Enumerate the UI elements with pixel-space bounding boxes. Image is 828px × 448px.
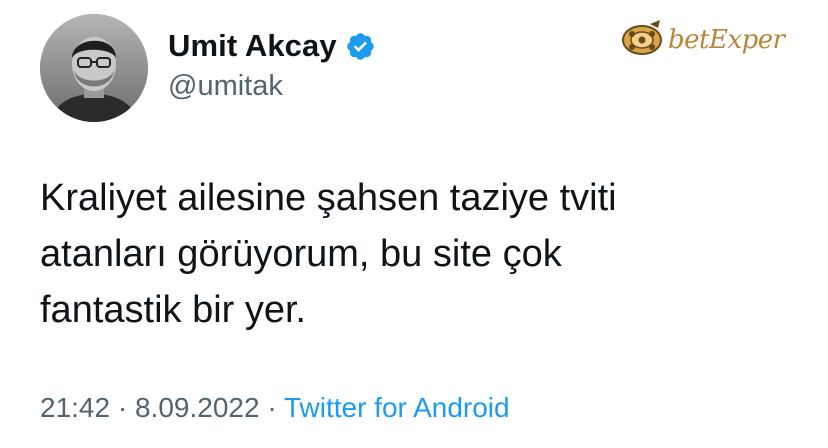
author-name-row[interactable]: Umit Akcay xyxy=(168,28,376,64)
watermark: betExper xyxy=(620,16,802,64)
tweet-text: Kraliyet ailesine şahsen taziye tviti at… xyxy=(40,170,780,338)
tweet-meta: 21:42 · 8.09.2022 · Twitter for Android xyxy=(40,392,510,424)
author-display-name[interactable]: Umit Akcay xyxy=(168,28,337,64)
tweet-date[interactable]: 8.09.2022 xyxy=(135,392,260,423)
avatar[interactable] xyxy=(40,14,148,122)
tweet-time[interactable]: 21:42 xyxy=(40,392,110,423)
tweet-source-link[interactable]: Twitter for Android xyxy=(284,392,510,423)
profile-photo xyxy=(40,14,148,122)
tweet-line: atanları görüyorum, bu site çok xyxy=(40,233,562,275)
tweet-line: fantastik bir yer. xyxy=(40,289,307,331)
author-handle[interactable]: @umitak xyxy=(168,70,283,103)
meta-separator: · xyxy=(267,392,284,423)
watermark-brand-text: betExper xyxy=(668,25,785,55)
meta-separator: · xyxy=(117,392,135,423)
film-reel-logo-icon xyxy=(620,18,664,63)
tweet-line: Kraliyet ailesine şahsen taziye tviti xyxy=(40,177,617,219)
verified-badge-icon xyxy=(345,31,376,62)
